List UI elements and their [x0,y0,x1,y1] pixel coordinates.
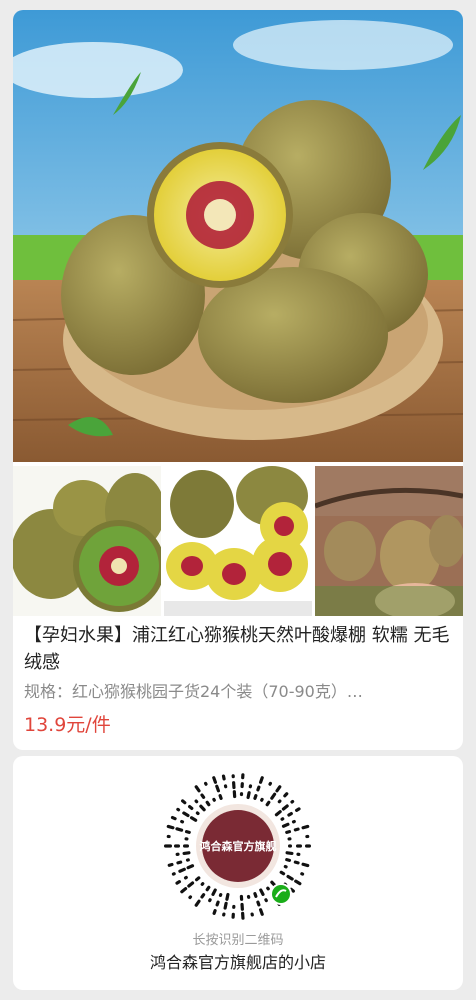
thumbnail-kiwi-halves[interactable] [13,466,161,616]
product-hero-image[interactable] [13,10,463,462]
shop-name[interactable]: 鸿合森官方旗舰店的小店 [13,952,463,974]
mini-program-qr-code[interactable]: 鸿合森官方旗舰 [158,766,318,926]
product-thumbnails [13,466,463,616]
qr-logo-text: 鸿合森官方旗舰 [200,839,277,853]
mini-program-card: 鸿合森官方旗舰 长按识别二维码 鸿合森官方旗舰店的小店 [13,756,463,990]
product-price: 13.9元/件 [24,714,111,736]
product-spec: 规格：红心猕猴桃园子货24个装（70-90克）… [24,682,363,701]
thumbnail-kiwi-slices[interactable] [164,466,312,616]
product-title[interactable]: 【孕妇水果】浦江红心猕猴桃天然叶酸爆棚 软糯 无毛绒感 [24,622,456,676]
product-card[interactable]: 【孕妇水果】浦江红心猕猴桃天然叶酸爆棚 软糯 无毛绒感 规格：红心猕猴桃园子货2… [13,10,463,750]
thumbnail-kiwi-vine[interactable] [315,466,463,616]
qr-hint-text: 长按识别二维码 [192,933,284,948]
